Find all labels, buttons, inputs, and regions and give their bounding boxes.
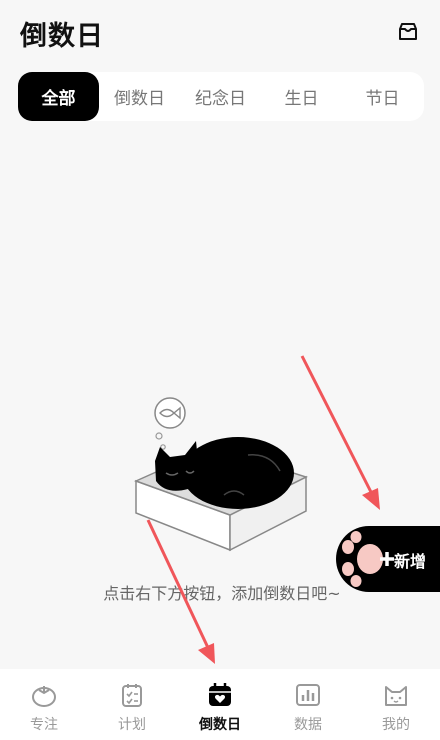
tabbar-label: 计划 bbox=[118, 717, 146, 733]
archive-box-icon bbox=[399, 23, 417, 40]
tab-all[interactable]: 全部 bbox=[18, 72, 99, 121]
tabbar-label: 专注 bbox=[30, 717, 58, 733]
bar-chart-icon bbox=[294, 681, 322, 709]
tabbar-label: 我的 bbox=[382, 717, 410, 733]
tab-holiday[interactable]: 节日 bbox=[342, 72, 423, 121]
archive-button[interactable] bbox=[394, 18, 422, 46]
tab-birthday[interactable]: 生日 bbox=[261, 72, 342, 121]
cat-face-icon bbox=[382, 681, 410, 709]
checklist-icon bbox=[118, 681, 146, 709]
tomato-icon bbox=[30, 681, 58, 709]
tabbar-label: 数据 bbox=[294, 717, 322, 733]
tabbar-item-data[interactable]: 数据 bbox=[264, 669, 352, 740]
tab-anniversary[interactable]: 纪念日 bbox=[180, 72, 261, 121]
sleeping-cat-illustration bbox=[133, 397, 308, 552]
tabbar-item-me[interactable]: 我的 bbox=[352, 669, 440, 740]
tabbar-item-focus[interactable]: 专注 bbox=[0, 669, 88, 740]
category-tabs: 全部 倒数日 纪念日 生日 节日 bbox=[18, 72, 424, 121]
header: 倒数日 bbox=[0, 0, 440, 64]
tabbar-label: 倒数日 bbox=[199, 717, 241, 733]
add-button-label: 新增 bbox=[394, 552, 427, 571]
cat-paw-plus-icon bbox=[342, 531, 394, 587]
tabbar-item-countdown[interactable]: 倒数日 bbox=[176, 669, 264, 740]
tabbar-item-plan[interactable]: 计划 bbox=[88, 669, 176, 740]
add-button[interactable]: 新增 bbox=[336, 526, 440, 592]
page-title: 倒数日 bbox=[20, 21, 104, 52]
bottom-tab-bar: 专注 计划 倒数日 数据 我的 bbox=[0, 669, 440, 740]
tab-countdown[interactable]: 倒数日 bbox=[99, 72, 180, 121]
calendar-heart-icon bbox=[206, 681, 234, 709]
